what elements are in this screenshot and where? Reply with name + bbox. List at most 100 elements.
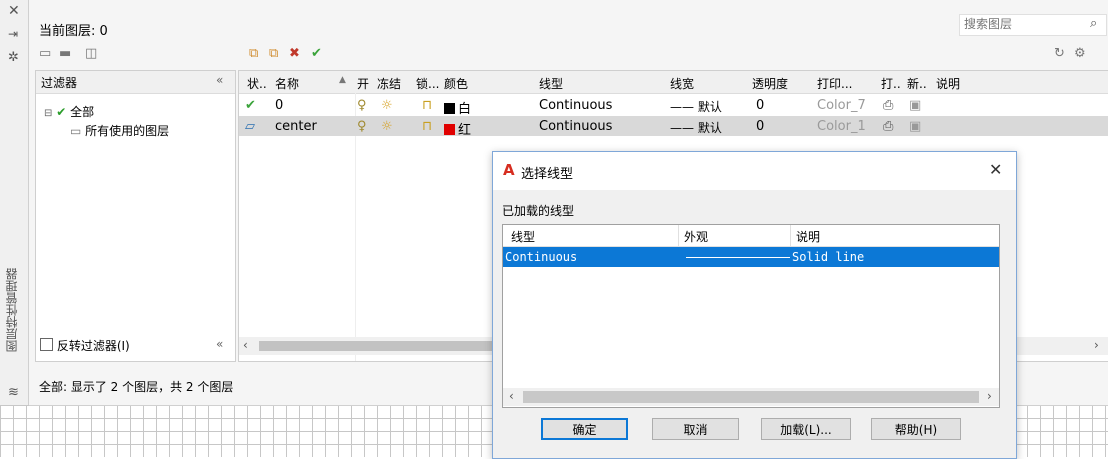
layer-name[interactable]: center (275, 119, 317, 134)
search-layers-input[interactable] (960, 15, 1084, 33)
settings-icon[interactable]: ⚙ (1074, 46, 1086, 61)
filter-header: 过滤器 « (36, 71, 235, 94)
scroll-right-icon[interactable]: › (987, 389, 992, 403)
filter-header-label: 过滤器 (41, 76, 78, 90)
col-transparency[interactable]: 透明度 (752, 75, 788, 92)
set-current-icon[interactable]: ✔ (311, 46, 322, 61)
layer-status-icon: ▱ (245, 119, 255, 134)
close-icon[interactable]: ✕ (8, 3, 20, 19)
col-status[interactable]: 状.. (247, 75, 267, 92)
layer-states-icon[interactable]: ◫ (85, 46, 97, 61)
sun-icon[interactable]: ☼ (381, 98, 393, 113)
layer-count-status: 全部: 显示了 2 个图层，共 2 个图层 (39, 380, 234, 394)
list-item[interactable]: Continuous Solid line (503, 247, 999, 267)
col-linetype[interactable]: 线型 (539, 75, 563, 92)
properties-icon[interactable]: ✲ (8, 50, 19, 65)
layer-name[interactable]: 0 (275, 98, 283, 113)
palette-side-strip: ✕ ⇥ ✲ 图层特性管理器 ≋ (0, 0, 29, 405)
scroll-right-icon[interactable]: › (1094, 338, 1099, 352)
layer-linetype[interactable]: Continuous (539, 98, 612, 113)
invert-filter-toggle[interactable]: 反转过滤器(I) (40, 337, 130, 354)
scroll-left-icon[interactable]: ‹ (509, 389, 514, 403)
printer-icon[interactable]: ⎙ (883, 119, 893, 134)
list-col-appearance[interactable]: 外观 (684, 228, 708, 245)
layer-color[interactable]: 白 (444, 98, 471, 117)
scrollbar-thumb[interactable] (523, 391, 979, 403)
unlock-icon[interactable]: ⊓ (422, 119, 432, 134)
auto-hide-icon[interactable]: ⇥ (8, 27, 18, 41)
tree-node-all-label: 全部 (70, 105, 95, 119)
table-row[interactable]: ✔ 0 ♀ ☼ ⊓ 白 Continuous —— 默认 0 Color_7 ⎙… (239, 95, 1108, 117)
layer-transparency[interactable]: 0 (756, 119, 764, 134)
color-swatch (444, 124, 455, 135)
table-row[interactable]: ▱ center ♀ ☼ ⊓ 红 Continuous —— 默认 0 Colo… (239, 116, 1108, 138)
tree-node-all-used-label: 所有使用的图层 (85, 124, 170, 138)
layer-lineweight[interactable]: —— 默认 (670, 119, 722, 136)
col-description[interactable]: 说明 (936, 75, 960, 92)
new-property-filter-icon[interactable]: ▭ (39, 46, 51, 61)
col-lineweight[interactable]: 线宽 (670, 75, 694, 92)
close-icon[interactable]: ✕ (989, 160, 1002, 179)
current-layer-label: 当前图层: 0 (39, 24, 108, 39)
help-button[interactable]: 帮助(H) (871, 418, 961, 440)
all-filter-icon: ✔ (56, 105, 67, 119)
color-name: 白 (458, 102, 472, 117)
collapse-filter-icon[interactable]: « (216, 73, 223, 87)
collapse-filter-bottom-icon[interactable]: « (216, 337, 223, 351)
loaded-linetypes-list[interactable]: 线型 外观 说明 Continuous Solid line ‹ › (502, 224, 1000, 408)
lightbulb-icon[interactable]: ♀ (357, 98, 367, 113)
layer-plot-style: Color_1 (817, 119, 866, 134)
sun-icon[interactable]: ☼ (381, 119, 393, 134)
new-layer-vp-frozen-icon[interactable]: ⧉ (269, 46, 278, 61)
cancel-button[interactable]: 取消 (652, 418, 739, 440)
unlock-icon[interactable]: ⊓ (422, 98, 432, 113)
sort-ascending-icon: ▲ (339, 75, 346, 85)
ok-button[interactable]: 确定 (541, 418, 628, 440)
vp-freeze-icon[interactable]: ▣ (909, 119, 921, 134)
list-linetype-description: Solid line (792, 250, 865, 264)
layer-plot-style: Color_7 (817, 98, 866, 113)
col-plot-style[interactable]: 打印... (817, 75, 852, 92)
col-color[interactable]: 颜色 (444, 75, 468, 92)
vp-freeze-icon[interactable]: ▣ (909, 98, 921, 113)
layers-icon: ≋ (8, 385, 19, 400)
col-name[interactable]: 名称 (275, 75, 299, 92)
delete-layer-icon[interactable]: ✖ (289, 46, 300, 61)
layer-lineweight[interactable]: —— 默认 (670, 98, 722, 115)
layer-table-header: 状.. 名称 ▲ 开 冻结 锁... 颜色 线型 线宽 透明度 打印... 打.… (239, 71, 1108, 94)
select-linetype-dialog: A 选择线型 ✕ 已加载的线型 线型 外观 说明 Continuous Soli… (492, 151, 1017, 459)
invert-filter-label: 反转过滤器(I) (56, 339, 130, 353)
list-col-linetype[interactable]: 线型 (511, 228, 535, 245)
scrollbar-thumb[interactable] (259, 341, 499, 351)
refresh-icon[interactable]: ↻ (1054, 46, 1065, 61)
search-icon[interactable]: ⌕ (1090, 16, 1097, 31)
current-layer-icon: ✔ (245, 98, 256, 113)
tree-node-all[interactable]: ⊟ ✔ 全部 (44, 103, 94, 120)
list-col-description[interactable]: 说明 (796, 228, 820, 245)
list-header: 线型 外观 说明 (503, 225, 999, 247)
loaded-linetypes-label: 已加载的线型 (502, 204, 575, 218)
layer-transparency[interactable]: 0 (756, 98, 764, 113)
col-on[interactable]: 开 (357, 75, 369, 92)
color-swatch (444, 103, 455, 114)
new-layer-icon[interactable]: ⧉ (249, 46, 258, 61)
col-new-vp-freeze[interactable]: 新.. (907, 75, 927, 92)
layer-linetype[interactable]: Continuous (539, 119, 612, 134)
load-button[interactable]: 加载(L)... (761, 418, 851, 440)
linetype-appearance-line (686, 257, 790, 258)
list-linetype-name: Continuous (505, 250, 578, 264)
scroll-left-icon[interactable]: ‹ (243, 338, 248, 352)
col-plot[interactable]: 打.. (881, 75, 901, 92)
dialog-title-bar[interactable]: A 选择线型 ✕ (493, 152, 1016, 190)
layer-color[interactable]: 红 (444, 119, 471, 138)
new-group-filter-icon[interactable]: ▬ (59, 46, 71, 61)
printer-icon[interactable]: ⎙ (883, 98, 893, 113)
tree-expander-icon[interactable]: ⊟ (44, 108, 52, 119)
lightbulb-icon[interactable]: ♀ (357, 119, 367, 134)
invert-filter-checkbox[interactable] (40, 338, 53, 351)
tree-node-all-used[interactable]: ▭ 所有使用的图层 (70, 122, 169, 139)
search-layers-box[interactable]: ⌕ (959, 14, 1107, 36)
col-lock[interactable]: 锁... (416, 75, 439, 92)
col-freeze[interactable]: 冻结 (377, 75, 401, 92)
list-horizontal-scrollbar[interactable]: ‹ › (503, 388, 999, 406)
